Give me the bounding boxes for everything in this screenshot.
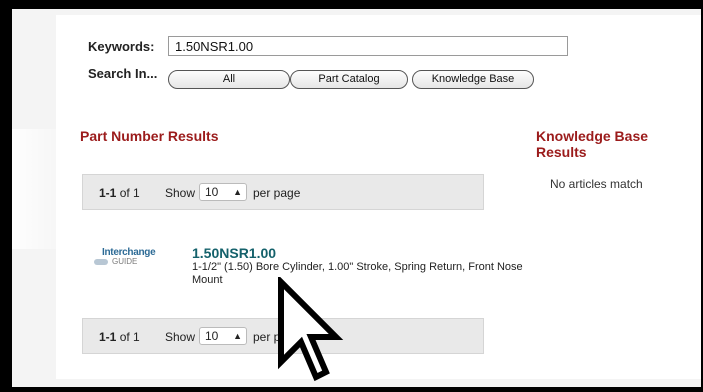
search-in-label: Search In... (88, 66, 158, 81)
interchange-guide-logo-icon: Interchange GUIDE (94, 247, 156, 271)
part-number-results-heading: Part Number Results (80, 128, 219, 144)
pointer-hand-cursor-icon (278, 277, 344, 382)
pager-show-label: Show (165, 186, 196, 200)
scope-all-button[interactable]: All (168, 70, 290, 89)
no-articles-message: No articles match (550, 177, 643, 191)
browser-viewport: Keywords: Search In... All Part Catalog … (12, 9, 701, 387)
per-page-select[interactable]: 10 ▲ (199, 327, 247, 345)
scope-knowledge-base-button[interactable]: Knowledge Base (412, 70, 534, 89)
search-results-panel: Keywords: Search In... All Part Catalog … (56, 15, 701, 382)
knowledge-base-results-heading: Knowledge Base Results (536, 128, 649, 160)
part-number-link[interactable]: 1.50NSR1.00 (192, 245, 276, 261)
updown-arrows-icon: ▲ (233, 331, 242, 341)
updown-arrows-icon: ▲ (233, 187, 242, 197)
scope-part-catalog-button[interactable]: Part Catalog (290, 70, 408, 89)
pager-range: 1-1 of 1 (99, 330, 140, 344)
keywords-input[interactable] (168, 36, 568, 56)
per-page-label: per page (253, 186, 301, 200)
per-page-select[interactable]: 10 ▲ (199, 183, 247, 201)
keywords-label: Keywords: (88, 39, 155, 54)
pager-top: 1-1 of 1 Show 10 ▲ per page (82, 174, 484, 210)
part-description: 1-1/2" (1.50) Bore Cylinder, 1.00" Strok… (192, 261, 523, 286)
pager-show-label: Show (165, 330, 196, 344)
pager-range: 1-1 of 1 (99, 186, 140, 200)
